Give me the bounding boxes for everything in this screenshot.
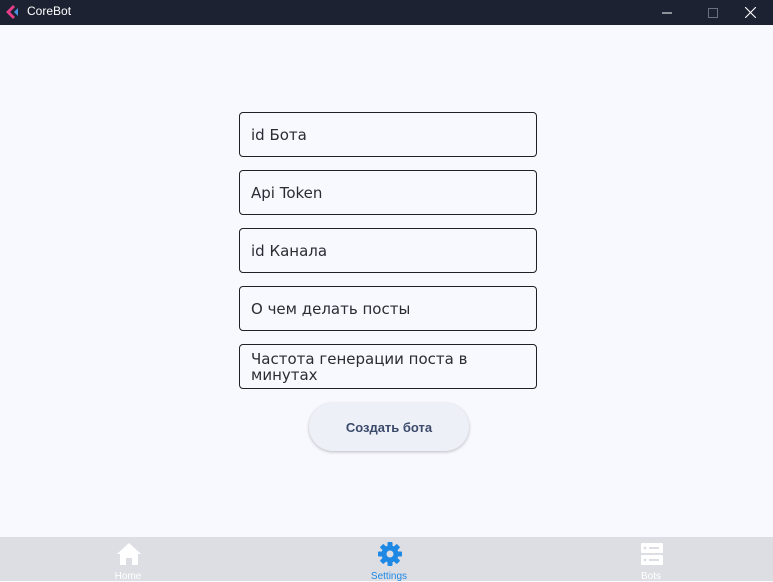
minimize-icon (662, 12, 672, 13)
create-bot-button[interactable]: Создать бота (309, 403, 469, 451)
post-topic-field[interactable]: О чем делать посты (239, 286, 537, 331)
home-icon (117, 543, 141, 565)
bot-id-field[interactable]: id Бота (239, 112, 537, 157)
close-button[interactable] (727, 0, 773, 25)
channel-id-field[interactable]: id Канала (239, 228, 537, 273)
maximize-icon (708, 7, 718, 18)
bottom-navigation: Home Settings Bots (0, 537, 773, 582)
api-token-label: Api Token (251, 183, 323, 202)
settings-page: id Бота Api Token id Канала О чем делать… (0, 25, 773, 537)
server-icon (641, 543, 663, 565)
channel-id-label: id Канала (251, 241, 328, 260)
close-icon (744, 7, 756, 18)
minimize-button[interactable] (644, 0, 690, 25)
nav-label-bots: Bots (640, 571, 661, 582)
title-bar: CoreBot (0, 0, 773, 25)
nav-label-settings: Settings (370, 571, 408, 582)
app-logo-icon (6, 5, 18, 19)
nav-label-home: Home (114, 571, 142, 582)
gear-icon (378, 542, 402, 566)
api-token-field[interactable]: Api Token (239, 170, 537, 215)
nav-item-home[interactable]: Home (68, 537, 188, 582)
nav-item-settings[interactable]: Settings (329, 537, 449, 582)
nav-item-bots[interactable]: Bots (591, 537, 711, 582)
post-topic-label: О чем делать посты (251, 299, 411, 318)
bot-id-label: id Бота (251, 125, 307, 144)
post-frequency-field[interactable]: Частота генерации поста в минутах (239, 344, 537, 389)
window-title: CoreBot (27, 4, 72, 18)
post-frequency-label: Частота генерации поста в минутах (251, 349, 468, 384)
